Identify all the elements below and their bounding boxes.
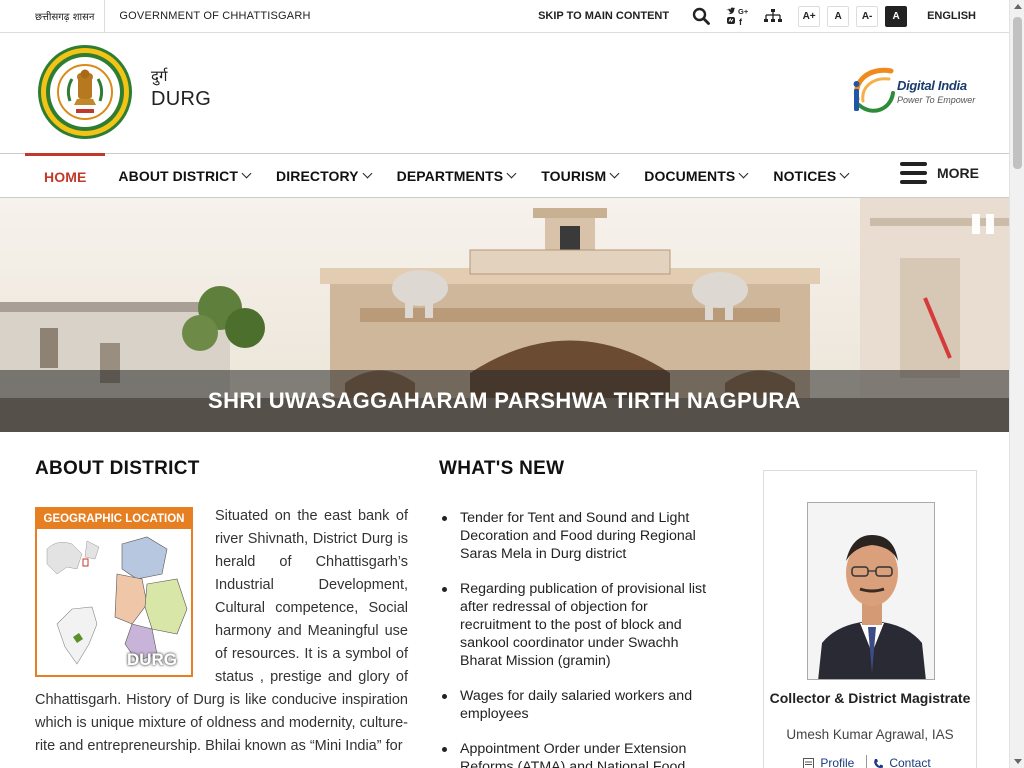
language-switch[interactable]: ENGLISH [927, 10, 976, 22]
chevron-down-icon [506, 168, 517, 179]
official-name: Umesh Kumar Agrawal, IAS [786, 727, 954, 742]
whats-new-section: WHAT'S NEW Tender for Tent and Sound and… [439, 458, 719, 768]
nav-tourism-label: TOURISM [541, 167, 607, 184]
main-navigation: HOME ABOUT DISTRICT DIRECTORY DEPARTMENT… [0, 153, 1009, 198]
profile-icon [803, 757, 815, 768]
scrollbar-thumb[interactable] [1013, 17, 1022, 169]
font-increase-button[interactable]: A+ [798, 5, 821, 27]
about-district-title: ABOUT DISTRICT [35, 458, 200, 479]
nav-documents-label: DOCUMENTS [644, 167, 736, 184]
scroll-up-arrow-icon[interactable] [1014, 4, 1022, 9]
svg-text:G+: G+ [738, 7, 748, 16]
nav-notices[interactable]: NOTICES [760, 154, 861, 197]
top-bar: छत्तीसगढ़ शासन GOVERNMENT OF CHHATTISGAR… [0, 0, 1009, 33]
chevron-down-icon [241, 168, 252, 179]
about-district-body: GEOGRAPHIC LOCATION DURG Situated on the… [35, 505, 408, 758]
profile-label: Profile [820, 756, 855, 768]
site-name-english: DURG [151, 88, 212, 110]
social-media-icon[interactable]: G+ f [722, 0, 752, 33]
govt-hindi-link[interactable]: छत्तीसगढ़ शासन [0, 0, 106, 33]
chevron-down-icon [609, 168, 620, 179]
geographic-location-map[interactable]: GEOGRAPHIC LOCATION DURG [35, 507, 193, 677]
pause-icon[interactable] [972, 214, 994, 234]
map-header: GEOGRAPHIC LOCATION [37, 509, 191, 529]
main-content: ABOUT DISTRICT GEOGRAPHIC LOCATION DURG … [0, 432, 1009, 768]
contact-label: Contact [889, 756, 931, 768]
news-item[interactable]: Tender for Tent and Sound and Light Deco… [439, 509, 719, 563]
page: छत्तीसगढ़ शासन GOVERNMENT OF CHHATTISGAR… [0, 0, 1009, 768]
chevron-down-icon [738, 168, 749, 179]
nav-home[interactable]: HOME [25, 153, 106, 197]
digital-india-tagline: Power To Empower [897, 95, 976, 105]
top-bar-tools: SKIP TO MAIN CONTENT G+ f A+ A A- A ENGL… [538, 0, 1009, 33]
news-item[interactable]: Appointment Order under Extension Reform… [439, 740, 719, 768]
nav-more-label: MORE [937, 165, 979, 181]
scroll-down-arrow-icon[interactable] [1014, 759, 1022, 764]
official-role: Collector & District Magistrate [769, 690, 971, 706]
chevron-down-icon [362, 168, 373, 179]
skip-to-main-link[interactable]: SKIP TO MAIN CONTENT [538, 10, 669, 22]
nav-about-district-label: ABOUT DISTRICT [118, 167, 239, 184]
news-item[interactable]: Regarding publication of provisional lis… [439, 580, 719, 670]
contact-link[interactable]: Contact [867, 755, 942, 768]
font-decrease-button[interactable]: A- [856, 5, 879, 27]
about-district-section: ABOUT DISTRICT GEOGRAPHIC LOCATION DURG … [35, 458, 408, 758]
nav-more-button[interactable]: MORE [900, 162, 979, 184]
map-district-name: DURG [126, 650, 177, 669]
nav-departments[interactable]: DEPARTMENTS [384, 154, 529, 197]
site-header: दुर्ग DURG Digital India Power To Empowe… [0, 33, 1009, 153]
hero-carousel[interactable]: SHRI UWASAGGAHARAM PARSHWA TIRTH NAGPURA [0, 198, 1009, 432]
collector-card: Collector & District Magistrate Umesh Ku… [763, 470, 977, 768]
phone-icon [874, 758, 884, 768]
digital-india-title: Digital India [897, 78, 967, 93]
news-item[interactable]: Wages for daily salaried workers and emp… [439, 687, 719, 723]
nav-documents[interactable]: DOCUMENTS [631, 154, 760, 197]
nav-departments-label: DEPARTMENTS [396, 167, 504, 184]
collector-photo [807, 502, 935, 680]
chhattisgarh-emblem-logo[interactable] [36, 43, 134, 141]
sitemap-icon[interactable] [758, 0, 788, 33]
site-name[interactable]: दुर्ग DURG [151, 66, 211, 111]
whats-new-list: Tender for Tent and Sound and Light Deco… [439, 509, 719, 768]
banner-caption: SHRI UWASAGGAHARAM PARSHWA TIRTH NAGPURA [0, 370, 1009, 432]
font-normal-button[interactable]: A [827, 5, 850, 27]
profile-link[interactable]: Profile [797, 755, 866, 768]
chevron-down-icon [839, 168, 850, 179]
nav-home-label: HOME [44, 168, 87, 185]
whats-new-title: WHAT'S NEW [439, 458, 565, 479]
hamburger-menu-icon [900, 162, 927, 184]
nav-directory-label: DIRECTORY [276, 167, 359, 184]
svg-text:f: f [739, 17, 743, 26]
govt-english-link[interactable]: GOVERNMENT OF CHHATTISGARH [105, 0, 324, 33]
nav-about-district[interactable]: ABOUT DISTRICT [105, 154, 263, 197]
nav-directory[interactable]: DIRECTORY [263, 154, 384, 197]
official-links: Profile Contact [764, 755, 976, 768]
search-icon[interactable] [686, 0, 716, 33]
digital-india-logo[interactable]: Digital India Power To Empower [851, 63, 981, 115]
site-name-hindi: दुर्ग [151, 67, 168, 85]
vertical-scrollbar[interactable] [1009, 0, 1024, 768]
nav-notices-label: NOTICES [773, 167, 837, 184]
nav-tourism[interactable]: TOURISM [528, 154, 631, 197]
high-contrast-button[interactable]: A [885, 5, 908, 27]
